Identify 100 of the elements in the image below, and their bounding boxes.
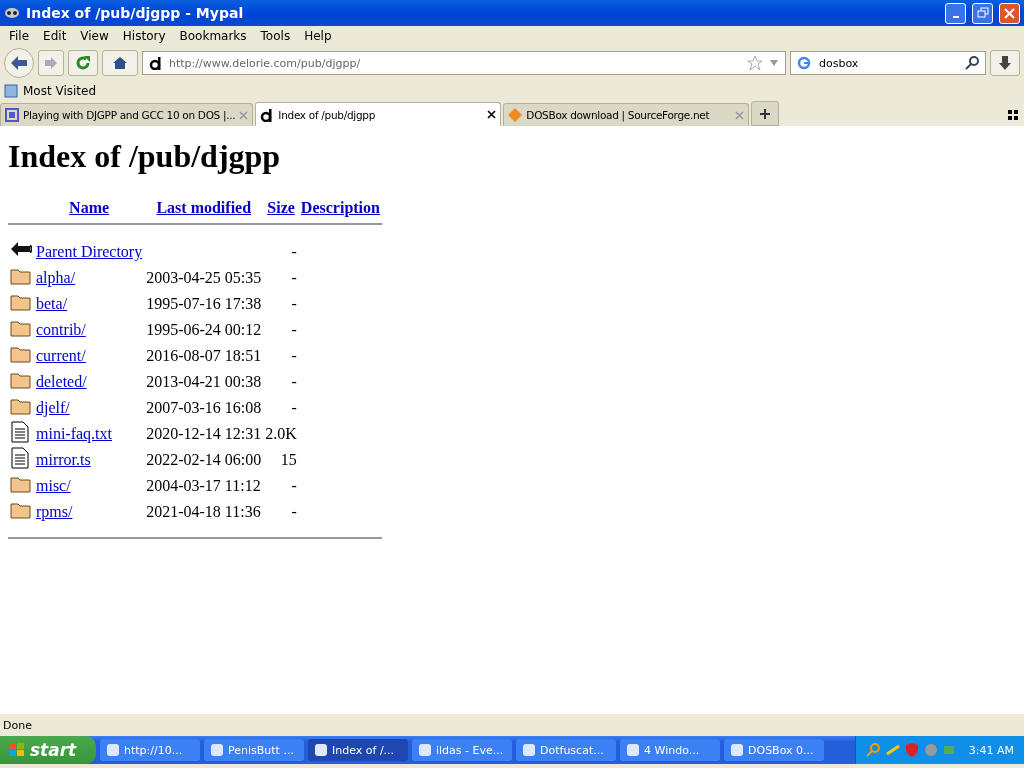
modified-date: 2022-02-14 06:00	[146, 451, 262, 468]
file-size: -	[291, 503, 297, 520]
column-header-link[interactable]: Last modified	[156, 199, 252, 216]
minimize-icon	[952, 16, 959, 18]
taskbar-button[interactable]: 4 Windo...	[620, 739, 720, 761]
grid-icon[interactable]	[1008, 110, 1018, 120]
search-engine-icon[interactable]	[797, 56, 811, 70]
clock: 3:41 AM	[968, 743, 1014, 757]
modified-date: 2004-03-17 11:12	[146, 477, 261, 494]
modified-date: 2007-03-16 16:08	[146, 399, 262, 416]
close-button[interactable]	[999, 2, 1020, 24]
downloads-button[interactable]	[990, 50, 1020, 76]
file-link[interactable]: misc/	[36, 477, 71, 494]
column-header-link[interactable]: Description	[300, 199, 380, 216]
close-tab-icon[interactable]	[487, 110, 497, 119]
restore-button[interactable]	[972, 2, 993, 24]
window-icon	[626, 743, 640, 757]
column-header-link[interactable]: Name	[69, 199, 110, 216]
document-icon	[10, 421, 30, 443]
reload-button[interactable]	[68, 50, 98, 76]
file-size: 2.0K	[265, 425, 297, 442]
file-size: -	[291, 399, 297, 416]
download-arrow-icon	[998, 55, 1012, 71]
file-link[interactable]: djelf/	[36, 399, 70, 416]
file-size: -	[291, 295, 297, 312]
folder-icon	[10, 396, 32, 416]
taskbar-button[interactable]: Dotfuscat...	[516, 739, 616, 761]
file-size: -	[291, 347, 297, 364]
menu-item[interactable]: Bookmarks	[172, 29, 254, 43]
file-link[interactable]: alpha/	[36, 269, 76, 286]
column-header-link[interactable]: Size	[267, 199, 295, 216]
file-link[interactable]: current/	[36, 347, 86, 364]
menu-item[interactable]: Tools	[253, 29, 298, 43]
file-link[interactable]: rpms/	[36, 503, 73, 520]
modified-date: 2020-12-14 12:31	[146, 425, 262, 442]
document-icon	[10, 447, 30, 469]
window-icon	[522, 743, 536, 757]
modified-date: 2016-08-07 18:51	[146, 347, 262, 364]
dropdown-icon[interactable]	[769, 59, 779, 67]
file-link[interactable]: mini-faq.txt	[36, 425, 112, 442]
file-size: 15	[280, 451, 297, 468]
file-link[interactable]: beta/	[36, 295, 68, 312]
tray-icon[interactable]	[884, 742, 901, 758]
folder-icon	[10, 500, 32, 520]
file-link[interactable]: deleted/	[36, 373, 87, 390]
search-icon[interactable]	[965, 56, 979, 70]
browser-tab[interactable]: Playing with DJGPP and GCC 10 on DOS |...	[0, 103, 254, 126]
modified-date: 2003-04-25 05:35	[146, 269, 262, 286]
star-icon[interactable]	[747, 55, 763, 71]
folder-icon	[10, 266, 32, 286]
file-link[interactable]: Parent Directory	[36, 243, 143, 260]
file-link[interactable]: mirror.ts	[36, 451, 91, 468]
window-icon	[730, 743, 744, 757]
modified-date: 2013-04-21 00:38	[146, 373, 262, 390]
modified-date: 1995-06-24 00:12	[146, 321, 262, 338]
taskbar-button[interactable]: http://10...	[100, 739, 200, 761]
reload-icon	[75, 55, 91, 71]
file-size: -	[291, 243, 297, 260]
window-icon	[210, 743, 224, 757]
home-button[interactable]	[102, 50, 138, 76]
forward-arrow-icon	[44, 57, 58, 69]
modified-date: 1995-07-16 17:38	[146, 295, 262, 312]
site-icon	[260, 107, 275, 122]
window-icon	[314, 743, 328, 757]
folder-icon	[10, 474, 32, 494]
diamond-icon	[508, 108, 523, 122]
menu-item[interactable]: Help	[297, 29, 339, 43]
forward-button[interactable]	[38, 50, 64, 76]
minimize-button[interactable]	[945, 2, 966, 24]
taskbar-button[interactable]: DOSBox 0...	[724, 739, 824, 761]
menu-item[interactable]: View	[73, 29, 116, 43]
page-heading: Index of /pub/djgpp	[8, 137, 282, 175]
bookmark-item[interactable]: Most Visited	[23, 84, 97, 98]
taskbar-button[interactable]: Index of /...	[308, 739, 408, 761]
menu-item[interactable]: File	[2, 29, 37, 43]
back-arrow-icon	[10, 55, 28, 71]
site-icon	[149, 56, 163, 70]
restore-icon	[976, 7, 989, 19]
search-bar[interactable]: dosbox	[790, 51, 986, 75]
address-bar[interactable]: http://www.delorie.com/pub/djgpp/	[142, 51, 786, 75]
menu-item[interactable]: Edit	[36, 29, 74, 43]
menu-item[interactable]: History	[115, 29, 173, 43]
taskbar-button[interactable]: ildas - Eve...	[412, 739, 512, 761]
new-tab-button[interactable]	[751, 101, 780, 126]
back-button[interactable]	[4, 48, 34, 78]
close-icon	[1004, 7, 1015, 19]
file-size: -	[291, 477, 297, 494]
status-text: Done	[3, 718, 32, 732]
browser-tab[interactable]: Index of /pub/djgpp	[255, 102, 502, 126]
file-link[interactable]: contrib/	[36, 321, 86, 338]
browser-tab[interactable]: DOSBox download | SourceForge.net	[503, 103, 750, 126]
taskbar-button[interactable]: PenisButt ...	[204, 739, 304, 761]
bookmark-folder-icon	[4, 84, 18, 98]
window-title: Index of /pub/djgpp - Mypal	[26, 5, 245, 21]
folder-icon	[10, 292, 32, 312]
folder-icon	[10, 318, 32, 338]
window-icon	[106, 743, 120, 757]
window-icon	[418, 743, 432, 757]
file-size: -	[291, 373, 297, 390]
square-icon	[5, 108, 19, 122]
